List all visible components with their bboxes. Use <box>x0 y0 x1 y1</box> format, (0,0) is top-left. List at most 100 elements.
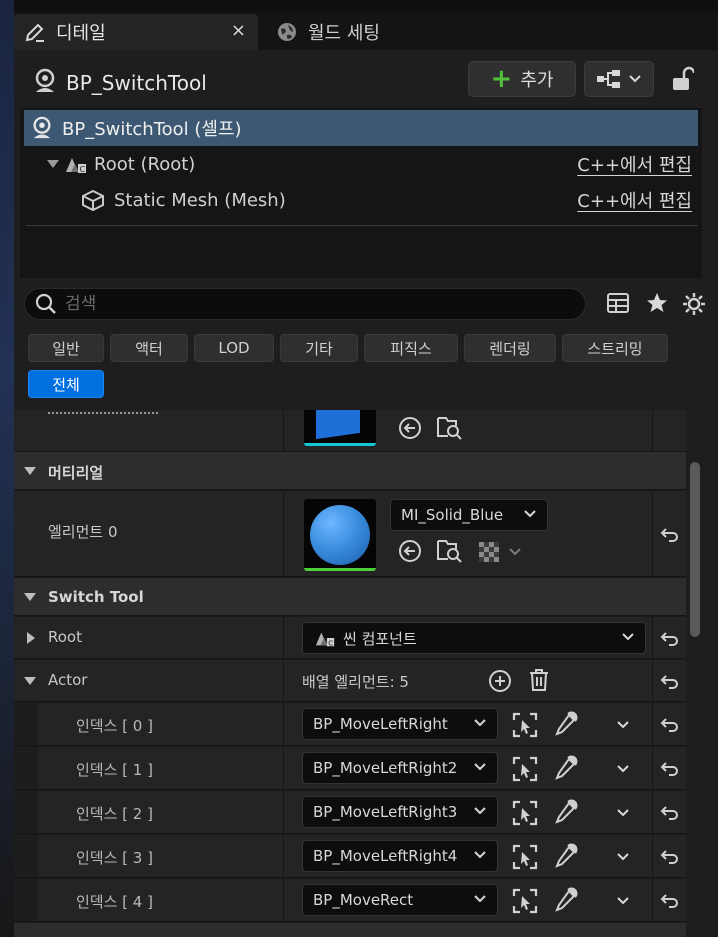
eyedropper-icon[interactable] <box>554 887 578 913</box>
root-property-row: Root C 씬 컴포넌트 <box>14 617 686 659</box>
collapse-triangle-icon[interactable] <box>24 677 36 685</box>
scene-component-icon: C <box>66 158 86 174</box>
filter-all[interactable]: 전체 <box>28 370 104 398</box>
select-actor-icon[interactable] <box>512 756 538 782</box>
static-mesh-thumbnail[interactable] <box>304 410 376 446</box>
details-header: BP_SwitchTool + 추가 <box>20 56 712 110</box>
gear-icon[interactable] <box>682 292 706 316</box>
panel-tabs: 디테일 × 월드 세팅 <box>14 12 718 50</box>
category-switch-tool-title: Switch Tool <box>48 588 144 606</box>
reset-column <box>652 791 686 833</box>
actor-picker-dropdown[interactable]: BP_MoveLeftRight <box>302 708 498 740</box>
svg-text:C: C <box>80 165 86 174</box>
reset-to-default-icon[interactable] <box>660 673 680 689</box>
tab-details[interactable]: 디테일 × <box>14 14 258 50</box>
tab-world-settings[interactable]: 월드 세팅 <box>266 14 456 50</box>
chevron-down-icon[interactable] <box>616 896 630 906</box>
name-column: Actor <box>14 660 284 701</box>
chevron-down-icon <box>474 763 486 771</box>
unlock-icon[interactable] <box>670 66 694 92</box>
collapse-triangle-icon[interactable] <box>24 593 36 601</box>
category-material[interactable]: 머티리얼 <box>14 452 686 490</box>
scrollbar[interactable] <box>690 462 700 637</box>
add-element-icon[interactable] <box>488 669 512 693</box>
material-thumbnail[interactable] <box>304 499 376 571</box>
filter-physics[interactable]: 피직스 <box>364 334 458 362</box>
eyedropper-icon[interactable] <box>554 843 578 869</box>
expand-triangle-icon[interactable] <box>26 631 36 645</box>
array-index-label: 인덱스 [ 4 ] <box>76 893 153 911</box>
expand-triangle-icon[interactable] <box>46 159 60 169</box>
collapse-triangle-icon[interactable] <box>24 467 36 475</box>
edit-in-cpp-link[interactable]: C++에서 편집 <box>577 151 692 177</box>
chevron-down-icon[interactable] <box>508 547 522 557</box>
tree-item-root-label: Root (Root) <box>94 153 196 175</box>
checker-texture-icon[interactable] <box>478 541 500 563</box>
filter-streaming[interactable]: 스트리밍 <box>562 334 668 362</box>
root-component-dropdown[interactable]: C 씬 컴포넌트 <box>302 622 646 654</box>
select-actor-icon[interactable] <box>512 844 538 870</box>
property-matrix-icon[interactable] <box>606 292 630 314</box>
chevron-down-icon[interactable] <box>616 720 630 730</box>
reset-to-default-icon[interactable] <box>660 848 680 864</box>
actor-picker-dropdown[interactable]: BP_MoveLeftRight4 <box>302 840 498 872</box>
filter-rendering[interactable]: 렌더링 <box>464 334 556 362</box>
chevron-down-icon[interactable] <box>616 764 630 774</box>
material-dropdown[interactable]: MI_Solid_Blue <box>390 499 548 531</box>
search-box[interactable] <box>24 288 586 320</box>
array-count: 배열 엘리먼트: 5 <box>302 673 409 691</box>
actor-picker-dropdown[interactable]: BP_MoveLeftRight3 <box>302 796 498 828</box>
tree-item-self[interactable]: BP_SwitchTool (셀프) <box>24 110 698 146</box>
filter-misc[interactable]: 기타 <box>280 334 358 362</box>
browse-asset-icon[interactable] <box>436 414 462 440</box>
tree-item-static-mesh[interactable]: Static Mesh (Mesh) C++에서 편집 <box>24 182 698 218</box>
edit-in-cpp-link[interactable]: C++에서 편집 <box>577 187 692 213</box>
reset-column <box>652 703 686 745</box>
chevron-down-icon <box>629 75 641 83</box>
close-icon[interactable]: × <box>231 20 246 41</box>
array-index-label: 인덱스 [ 2 ] <box>76 805 153 823</box>
reset-to-default-icon[interactable] <box>660 716 680 732</box>
array-item-row: 인덱스 [ 2 ] BP_MoveLeftRight3 <box>14 791 686 834</box>
search-input[interactable] <box>65 294 545 314</box>
add-component-button[interactable]: + 추가 <box>468 61 576 97</box>
actor-picker-dropdown[interactable]: BP_MoveLeftRight2 <box>302 752 498 784</box>
tree-item-root[interactable]: C Root (Root) C++에서 편집 <box>24 146 698 182</box>
category-next-clipped[interactable] <box>14 923 686 937</box>
select-actor-icon[interactable] <box>512 800 538 826</box>
reset-to-default-icon[interactable] <box>660 526 680 542</box>
category-switch-tool[interactable]: Switch Tool <box>14 578 686 616</box>
browse-asset-icon[interactable] <box>436 537 462 563</box>
array-item-row: 인덱스 [ 3 ] BP_MoveLeftRight4 <box>14 835 686 878</box>
static-mesh-icon <box>82 189 104 212</box>
select-actor-icon[interactable] <box>512 712 538 738</box>
window-top-bar <box>0 0 718 12</box>
name-column <box>14 410 284 451</box>
filter-lod[interactable]: LOD <box>194 334 274 362</box>
reset-to-default-icon[interactable] <box>660 892 680 908</box>
blueprint-button[interactable] <box>584 61 654 97</box>
use-selected-asset-icon[interactable] <box>398 539 422 563</box>
actor-picker-dropdown[interactable]: BP_MoveRect <box>302 884 498 916</box>
filter-actor[interactable]: 액터 <box>110 334 188 362</box>
select-actor-icon[interactable] <box>512 888 538 914</box>
star-icon[interactable] <box>646 292 668 314</box>
eyedropper-icon[interactable] <box>554 711 578 737</box>
reset-to-default-icon[interactable] <box>660 804 680 820</box>
actor-value: BP_MoveLeftRight2 <box>313 759 458 777</box>
reset-to-default-icon[interactable] <box>660 760 680 776</box>
tree-item-self-label: BP_SwitchTool (셀프) <box>62 119 242 140</box>
chevron-down-icon[interactable] <box>616 808 630 818</box>
array-item-row: 인덱스 [ 1 ] BP_MoveLeftRight2 <box>14 747 686 790</box>
eyedropper-icon[interactable] <box>554 755 578 781</box>
trash-icon[interactable] <box>528 668 550 692</box>
filter-general[interactable]: 일반 <box>28 334 104 362</box>
name-column: 엘리먼트 0 <box>14 491 284 576</box>
use-selected-asset-icon[interactable] <box>398 416 422 440</box>
chevron-down-icon[interactable] <box>616 852 630 862</box>
scene-component-icon: C <box>315 632 335 647</box>
reset-to-default-icon[interactable] <box>660 630 680 646</box>
eyedropper-icon[interactable] <box>554 799 578 825</box>
pencil-icon <box>25 23 44 42</box>
chevron-down-icon <box>474 807 486 815</box>
